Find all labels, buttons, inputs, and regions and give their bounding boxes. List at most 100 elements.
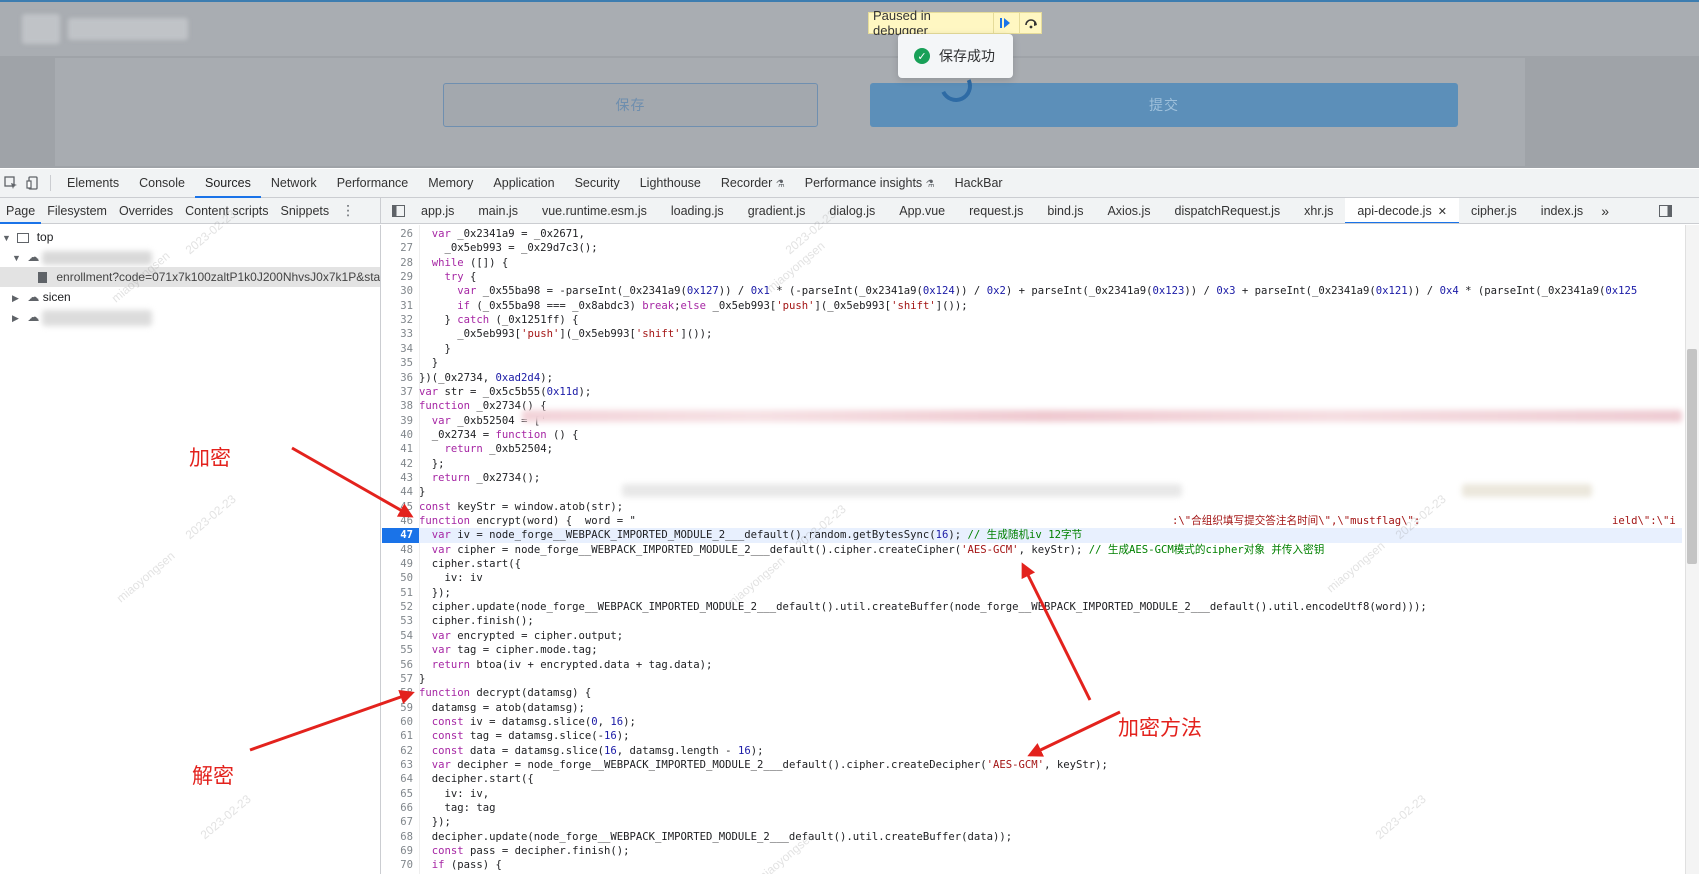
tree-item-file-enrollment[interactable]: enrollment?code=071x7k100zaltP1k0J200Nhv… [0,267,380,287]
source-code-editor[interactable]: 26 var _0x2341a9 = _0x2671, 27 _0x5eb993 … [382,225,1699,874]
tab-elements[interactable]: Elements [57,169,129,198]
tab-application[interactable]: Application [483,169,564,198]
line-number[interactable]: 27 [382,241,419,255]
line-number[interactable]: 32 [382,313,419,327]
line-number[interactable]: 64 [382,772,419,786]
line-number[interactable]: 33 [382,327,419,341]
line-number[interactable]: 49 [382,557,419,571]
code-line[interactable]: 64 decipher.start({ [382,772,1682,786]
code-line[interactable]: 27 _0x5eb993 = _0x29d7c3(); [382,241,1682,255]
tab-sources[interactable]: Sources [194,169,261,198]
line-number[interactable]: 41 [382,442,419,456]
line-number[interactable]: 59 [382,701,419,715]
expanded-arrow-icon[interactable]: ▼ [12,248,24,268]
code-line[interactable]: 31 if (_0x55ba98 === _0x8abdc3) break;el… [382,299,1682,313]
line-number[interactable]: 55 [382,643,419,657]
line-number[interactable]: 61 [382,729,419,743]
file-tab[interactable]: bind.js [1035,198,1095,223]
line-number[interactable]: 31 [382,299,419,313]
code-line[interactable]: 54 var encrypted = cipher.output; [382,629,1682,643]
line-number[interactable]: 56 [382,658,419,672]
nav-tab-filesystem[interactable]: Filesystem [41,198,113,224]
line-number[interactable]: 62 [382,744,419,758]
code-line[interactable]: 60 const iv = datamsg.slice(0, 16); [382,715,1682,729]
file-tab[interactable]: vue.runtime.esm.js [530,198,659,223]
code-line[interactable]: 65 iv: iv, [382,787,1682,801]
line-number[interactable]: 58 [382,686,419,700]
collapsed-arrow-icon[interactable]: ▶ [12,288,24,308]
line-number[interactable]: 34 [382,342,419,356]
more-options-icon[interactable]: ⋮ [337,200,359,222]
line-number[interactable]: 52 [382,600,419,614]
line-number[interactable]: 45 [382,500,419,514]
code-line[interactable]: 41 return _0xb52504; [382,442,1682,456]
code-line[interactable]: 35 } [382,356,1682,370]
line-number[interactable]: 50 [382,571,419,585]
tree-item-sicen[interactable]: ▶ ☁ sicen [12,287,71,307]
file-tab-active[interactable]: api-decode.js ✕ [1345,198,1459,223]
line-number[interactable]: 26 [382,227,419,241]
file-tab[interactable]: gradient.js [736,198,818,223]
code-line[interactable]: 29 try { [382,270,1682,284]
file-tab[interactable]: request.js [957,198,1035,223]
code-line[interactable]: 59 datamsg = atob(datamsg); [382,701,1682,715]
inspect-element-icon[interactable] [0,172,22,194]
resume-icon[interactable] [993,13,1015,33]
device-toolbar-icon[interactable] [22,172,44,194]
line-number[interactable]: 37 [382,385,419,399]
code-line[interactable]: 66 tag: tag [382,801,1682,815]
code-line[interactable]: 67 }); [382,815,1682,829]
file-tab[interactable]: index.js [1529,198,1595,223]
line-number[interactable]: 66 [382,801,419,815]
line-number[interactable]: 65 [382,787,419,801]
close-tab-icon[interactable]: ✕ [1438,206,1447,218]
line-number[interactable]: 70 [382,858,419,872]
code-line[interactable]: 36})(_0x2734, 0xad2d4); [382,371,1682,385]
line-number[interactable]: 35 [382,356,419,370]
code-line[interactable]: 51 }); [382,586,1682,600]
code-line[interactable]: 28 while ([]) { [382,256,1682,270]
tree-item-origin-2[interactable]: ▶ ☁ [12,307,152,327]
tree-item-top[interactable]: ▼ top [2,227,53,247]
toggle-navigator-icon[interactable] [387,200,409,222]
file-tab[interactable]: cipher.js [1459,198,1529,223]
line-number[interactable]: 68 [382,830,419,844]
nav-tab-page[interactable]: Page [0,198,42,224]
code-line[interactable]: 45 const keyStr = window.atob(str); [382,500,1682,514]
code-line[interactable]: 34 } [382,342,1682,356]
scrollbar-thumb[interactable] [1687,349,1697,564]
nav-tab-snippets[interactable]: Snippets [275,198,336,224]
code-line[interactable]: 49 cipher.start({ [382,557,1682,571]
save-button[interactable]: 保存 [443,83,818,127]
file-tab[interactable]: App.vue [887,198,957,223]
line-number[interactable]: 28 [382,256,419,270]
code-line[interactable]: 26 var _0x2341a9 = _0x2671, [382,227,1682,241]
line-number[interactable]: 44 [382,485,419,499]
line-number[interactable]: 43 [382,471,419,485]
code-line[interactable]: 61 const tag = datamsg.slice(-16); [382,729,1682,743]
nav-tab-overrides[interactable]: Overrides [113,198,179,224]
line-number[interactable]: 39 [382,414,419,428]
code-line[interactable]: 33 _0x5eb993['push'](_0x5eb993['shift'](… [382,327,1682,341]
more-tabs-icon[interactable]: » [1595,198,1615,223]
code-line[interactable]: 53 cipher.finish(); [382,614,1682,628]
tab-performance[interactable]: Performance [327,169,419,198]
line-number[interactable]: 51 [382,586,419,600]
file-tab[interactable]: xhr.js [1292,198,1345,223]
tab-security[interactable]: Security [565,169,630,198]
code-line[interactable]: 70 if (pass) { [382,858,1682,872]
line-number[interactable]: 46 [382,514,419,528]
code-line[interactable]: 69 const pass = decipher.finish(); [382,844,1682,858]
line-number[interactable]: 69 [382,844,419,858]
toggle-debugger-icon[interactable] [1655,200,1677,222]
code-line[interactable]: 40 _0x2734 = function () { [382,428,1682,442]
line-number[interactable]: 63 [382,758,419,772]
line-number[interactable]: 53 [382,614,419,628]
tab-memory[interactable]: Memory [418,169,483,198]
code-line[interactable]: 63 var decipher = node_forge__WEBPACK_IM… [382,758,1682,772]
tab-network[interactable]: Network [261,169,327,198]
line-number[interactable]: 67 [382,815,419,829]
tab-lighthouse[interactable]: Lighthouse [630,169,711,198]
editor-scrollbar[interactable] [1685,225,1699,874]
expanded-arrow-icon[interactable]: ▼ [2,228,14,248]
